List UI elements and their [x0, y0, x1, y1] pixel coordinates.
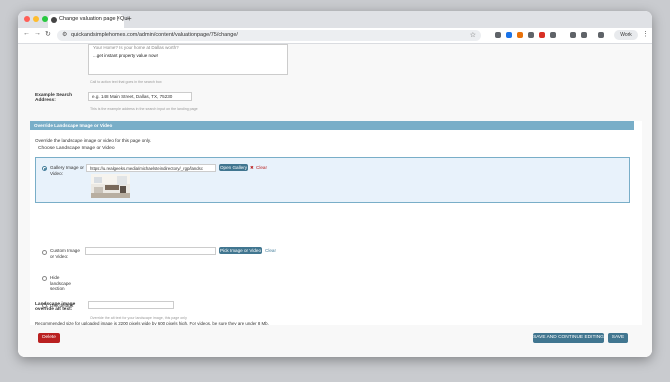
extension-icon[interactable]	[528, 32, 534, 38]
extensions-puzzle-icon[interactable]	[570, 32, 576, 38]
clear-x-icon[interactable]: ✖	[250, 165, 254, 171]
admin-page: Your Home? Is your home at Dallas worth?…	[18, 44, 652, 357]
hide-radio[interactable]	[42, 276, 47, 281]
close-window-button[interactable]	[24, 16, 30, 22]
panel-header: Override Landscape Image or Video	[30, 121, 634, 130]
panel-description: Override the landscape image or video fo…	[35, 138, 152, 143]
reload-icon[interactable]: ↻	[45, 30, 51, 38]
gallery-url-input[interactable]: https://u.realgeeks.media/michaelsteindi…	[86, 164, 216, 172]
custom-radio[interactable]	[42, 250, 47, 255]
extension-icon[interactable]	[550, 32, 556, 38]
site-favicon-icon	[51, 17, 57, 23]
textarea-help-text: Call to action text that goes in the sea…	[90, 80, 162, 84]
example-address-label: Example Search Address:	[35, 93, 73, 103]
alt-text-help: Override the alt text for your landscape…	[90, 316, 187, 320]
menu-icon[interactable]: ⋮	[642, 30, 649, 38]
browser-toolbar: ← → ↻ ⚙ quickandsimplehomes.com/admin/co…	[18, 28, 652, 44]
landscape-override-panel: Override Landscape Image or Video Overri…	[30, 121, 642, 326]
gallery-radio[interactable]	[42, 166, 47, 171]
forward-icon[interactable]: →	[34, 30, 41, 37]
open-gallery-button[interactable]: Open Gallery	[219, 164, 248, 171]
extension-icon[interactable]	[495, 32, 501, 38]
example-address-input[interactable]: e.g. 148 Main Street, Dallas, TX, 75230	[88, 92, 192, 101]
extension-icon[interactable]	[539, 32, 545, 38]
delete-button[interactable]: Delete	[38, 333, 60, 343]
new-tab-icon[interactable]: +	[127, 14, 132, 23]
alt-text-label: Landscape image override alt text:	[35, 302, 76, 312]
extension-icon[interactable]	[506, 32, 512, 38]
gallery-label: Gallery Image or Video:	[50, 165, 84, 176]
browser-window: Change valuation page | Qui × + ← → ↻ ⚙ …	[18, 11, 652, 357]
sidebar-icon[interactable]	[581, 32, 587, 38]
tab-bar: Change valuation page | Qui × +	[18, 11, 652, 28]
address-bar[interactable]: ⚙ quickandsimplehomes.com/admin/content/…	[57, 30, 481, 41]
panel-header-title: Override Landscape Image or Video	[34, 123, 113, 128]
save-button[interactable]: SAVE	[608, 333, 628, 343]
example-address-help: This is the example address in the searc…	[90, 107, 198, 111]
download-icon[interactable]	[598, 32, 604, 38]
submit-row: Delete SAVE AND CONTINUE EDITING SAVE	[18, 325, 652, 357]
site-info-icon[interactable]: ⚙	[62, 31, 67, 38]
hide-label: Hide landscape section	[50, 275, 71, 291]
url-text: quickandsimplehomes.com/admin/content/va…	[71, 32, 238, 38]
textarea-line: ...get instant property value now!	[93, 53, 159, 58]
custom-clear-link[interactable]: Clear	[265, 248, 276, 253]
textarea-line: Your Home? Is your home at Dallas worth?	[93, 45, 179, 50]
gallery-option-row: Gallery Image or Video: https://u.realge…	[35, 157, 630, 203]
pick-image-button[interactable]: Pick Image or Video	[219, 247, 262, 254]
alt-text-input[interactable]	[88, 301, 174, 309]
custom-label: Custom Image or Video:	[50, 248, 80, 259]
room-photo-icon	[91, 174, 130, 198]
gallery-thumbnail	[91, 174, 130, 198]
bookmark-star-icon[interactable]: ☆	[470, 31, 476, 39]
custom-file-input[interactable]	[85, 247, 216, 255]
browser-tab[interactable]: Change valuation page | Qui ×	[48, 14, 129, 28]
tab-close-icon[interactable]: ×	[116, 16, 120, 22]
extension-icon[interactable]	[517, 32, 523, 38]
cta-textarea[interactable]: Your Home? Is your home at Dallas worth?…	[88, 44, 288, 75]
profile-button[interactable]: Work	[614, 30, 638, 40]
back-icon[interactable]: ←	[23, 30, 30, 37]
choose-subheading: Choose Landscape Image or Video	[38, 146, 115, 151]
minimize-window-button[interactable]	[33, 16, 39, 22]
save-continue-button[interactable]: SAVE AND CONTINUE EDITING	[533, 333, 604, 343]
gallery-clear-link[interactable]: Clear	[256, 165, 267, 170]
